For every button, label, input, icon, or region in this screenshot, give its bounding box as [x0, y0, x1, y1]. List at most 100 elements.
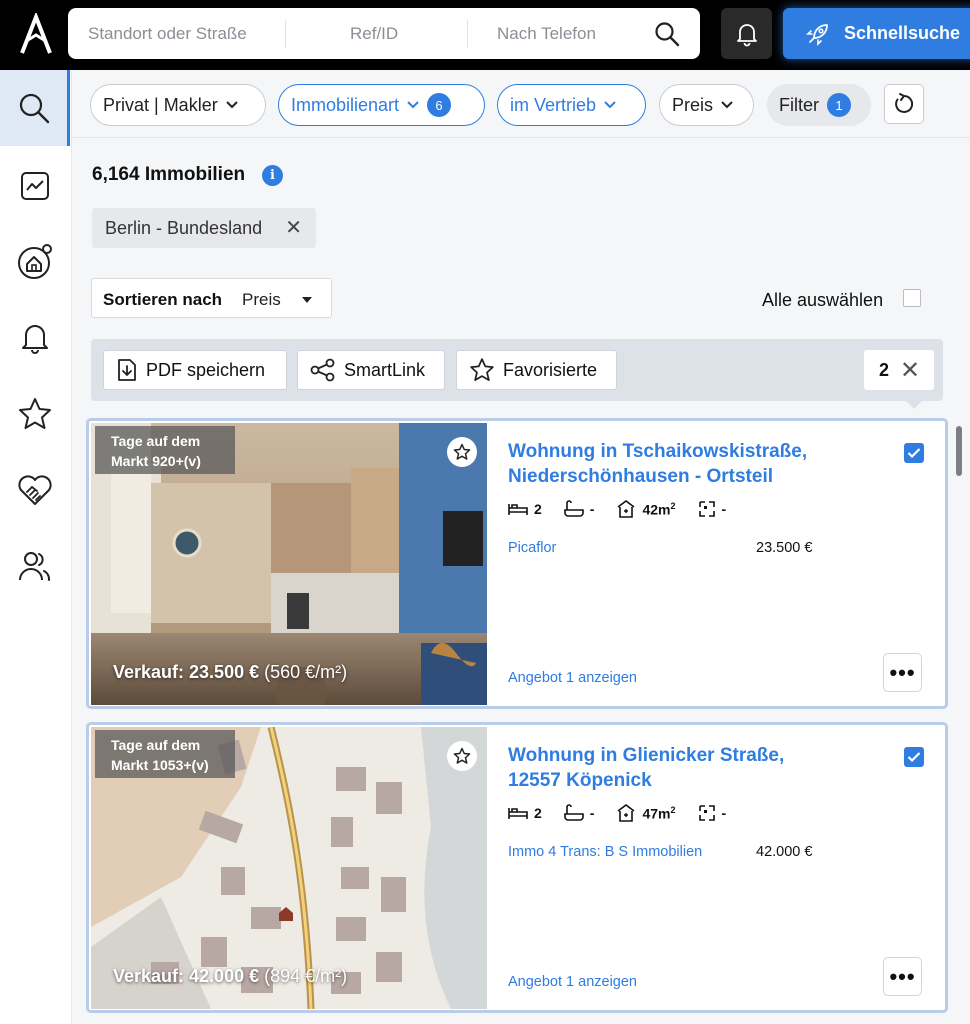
price-overlay: Verkauf: 23.500 € (560 €/m²): [113, 662, 347, 683]
listing-card[interactable]: Tage auf dem Markt 1053+(v) Verkauf: 42.…: [86, 722, 948, 1013]
listing-photo[interactable]: Tage auf dem Markt 1053+(v) Verkauf: 42.…: [91, 727, 487, 1009]
sort-dropdown[interactable]: Sortieren nach Preis: [91, 278, 332, 318]
more-options-button[interactable]: •••: [883, 957, 922, 996]
sidebar-item-home-alerts[interactable]: [0, 224, 70, 300]
notifications-button[interactable]: [721, 8, 772, 59]
property-type-filter[interactable]: Immobilienart 6: [278, 84, 485, 126]
favorite-star-button[interactable]: [447, 437, 477, 467]
sidebar-item-analytics[interactable]: [0, 148, 70, 224]
location-tag-label: Berlin - Bundesland: [105, 218, 263, 238]
area-value: 42m2: [642, 500, 676, 518]
smartlink-button[interactable]: SmartLink: [297, 350, 445, 390]
plot-icon: [698, 805, 715, 821]
price-per-sqm: (894 €/m²): [259, 966, 348, 986]
checkmark-icon: [907, 448, 921, 459]
filter-count-badge: 1: [827, 93, 851, 117]
top-bar: Standort oder Straße Ref/ID Nach Telefon…: [0, 0, 970, 70]
plot-value: -: [721, 805, 727, 821]
refresh-button[interactable]: [884, 84, 924, 124]
bulk-action-bar: PDF speichern SmartLink Favorisierte 2 ✕: [91, 339, 943, 401]
listing-card[interactable]: Tage auf dem Markt 920+(v) Verkauf: 23.5…: [86, 418, 948, 709]
listing-title[interactable]: Wohnung in Tschaikowskistraße, Niedersch…: [508, 439, 838, 489]
area-icon: [617, 500, 635, 518]
sidebar-item-contacts[interactable]: [0, 528, 70, 604]
days-on-market-badge: Tage auf dem Markt 1053+(v): [95, 730, 235, 778]
bell-icon: [22, 325, 48, 354]
selected-count-chip: 2 ✕: [864, 350, 934, 390]
status-filter[interactable]: im Vertrieb: [497, 84, 646, 126]
bathrooms-value: -: [589, 805, 595, 821]
smartlink-label: SmartLink: [344, 359, 426, 380]
star-icon: [19, 398, 51, 429]
results-count: 6,164 Immobilien: [92, 164, 246, 185]
home-notification-icon: [18, 244, 52, 279]
favorite-star-button[interactable]: [447, 741, 477, 771]
checkmark-icon: [907, 752, 921, 763]
living-area: 42m2: [616, 499, 676, 519]
days-label: Tage auf dem: [111, 433, 201, 449]
sidebar-item-search[interactable]: [0, 70, 70, 146]
scrollbar-thumb[interactable]: [956, 426, 962, 476]
agency-link[interactable]: Immo 4 Trans: B S Immobilien: [508, 844, 702, 860]
filter-label: Filter: [779, 94, 819, 115]
owner-type-label: Privat | Makler: [103, 94, 218, 115]
users-icon: [19, 552, 51, 581]
show-offer-link[interactable]: Angebot 1 anzeigen: [508, 974, 637, 990]
listing-photo[interactable]: Tage auf dem Markt 920+(v) Verkauf: 23.5…: [91, 423, 487, 705]
star-icon: [453, 443, 471, 460]
action-bar-pointer: [906, 401, 922, 409]
chevron-down-icon: [721, 101, 733, 109]
listing-title[interactable]: Wohnung in Glienicker Straße, 12557 Köpe…: [508, 743, 838, 793]
owner-type-filter[interactable]: Privat | Makler: [90, 84, 266, 126]
quick-search-button[interactable]: Schnellsuche: [783, 8, 970, 59]
days-label: Tage auf dem: [111, 737, 201, 753]
price-filter[interactable]: Preis: [659, 84, 754, 126]
listing-features: 2 - 47m2 -: [508, 803, 726, 823]
chevron-down-icon: [604, 101, 616, 109]
phone-search-input[interactable]: Nach Telefon: [497, 8, 596, 59]
active-location-tag: Berlin - Bundesland ✕: [92, 208, 316, 248]
bathrooms-value: -: [589, 501, 595, 517]
agency-link[interactable]: Picaflor: [508, 540, 556, 556]
days-value: Markt 920+(v): [111, 453, 201, 469]
share-icon: [310, 358, 335, 382]
price-label: Preis: [672, 94, 714, 115]
sidebar-item-favorites[interactable]: [0, 376, 70, 452]
bell-icon: [736, 23, 757, 46]
sidebar-item-deals[interactable]: [0, 452, 70, 528]
property-type-count-badge: 6: [427, 93, 452, 117]
plot-area: -: [698, 804, 727, 822]
select-all-checkbox[interactable]: [903, 289, 921, 307]
show-offer-link[interactable]: Angebot 1 anzeigen: [508, 670, 637, 686]
more-filters-button[interactable]: Filter 1: [767, 84, 871, 126]
star-icon: [453, 747, 471, 764]
pdf-save-button[interactable]: PDF speichern: [103, 350, 287, 390]
favorites-button[interactable]: Favorisierte: [456, 350, 617, 390]
location-search-input[interactable]: Standort oder Straße: [88, 8, 247, 59]
divider: [285, 20, 286, 48]
area-icon: [617, 804, 635, 822]
sort-label: Sortieren nach: [103, 290, 223, 309]
bath-icon: [563, 500, 584, 517]
sale-price: Verkauf: 23.500 €: [113, 662, 260, 682]
close-icon[interactable]: ✕: [285, 208, 302, 248]
status-label: im Vertrieb: [510, 94, 597, 115]
sale-price: Verkauf: 42.000 €: [113, 966, 260, 986]
info-icon[interactable]: i: [262, 165, 283, 186]
search-icon[interactable]: [653, 20, 681, 48]
select-all-label: Alle auswählen: [762, 290, 884, 310]
left-sidebar: [0, 70, 72, 1024]
ref-id-search-input[interactable]: Ref/ID: [350, 8, 398, 59]
plot-value: -: [721, 501, 727, 517]
caret-down-icon: [302, 297, 312, 303]
more-options-button[interactable]: •••: [883, 653, 922, 692]
search-bar: Standort oder Straße Ref/ID Nach Telefon: [68, 8, 700, 59]
app-logo-icon[interactable]: [14, 13, 58, 57]
listing-checkbox[interactable]: [904, 443, 924, 463]
sidebar-item-notifications[interactable]: [0, 300, 70, 376]
living-area: 47m2: [616, 803, 676, 823]
bed-icon: [508, 504, 528, 515]
bathrooms: -: [563, 804, 595, 822]
listing-checkbox[interactable]: [904, 747, 924, 767]
clear-selection-icon[interactable]: ✕: [900, 356, 920, 385]
